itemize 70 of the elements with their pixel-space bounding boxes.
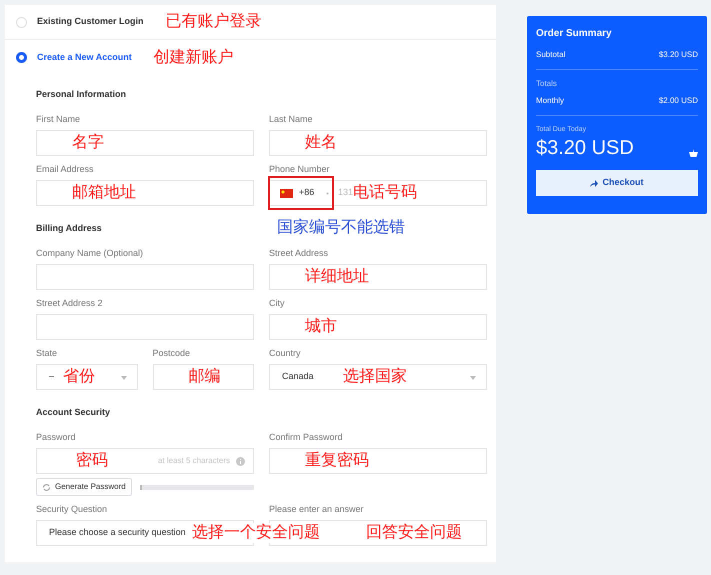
flag-icon bbox=[280, 188, 293, 198]
section-title: Billing Address bbox=[36, 222, 102, 234]
input-field[interactable] bbox=[269, 264, 487, 290]
info-icon bbox=[236, 456, 245, 466]
field-label: Security Question bbox=[36, 504, 108, 515]
field-label: Phone Number bbox=[269, 164, 331, 175]
annotation-text: 邮箱地址 bbox=[72, 183, 136, 203]
field-label: Email Address bbox=[36, 164, 95, 175]
summary-title: Order Summary bbox=[536, 27, 613, 41]
annotation-text: 电话号码 bbox=[353, 183, 417, 203]
select-value: Please choose a security question bbox=[48, 526, 186, 540]
field-label: Please enter an answer bbox=[269, 504, 365, 515]
field-label: Last Name bbox=[269, 114, 314, 125]
refresh-icon bbox=[42, 482, 51, 492]
annotation-text: 选择国家 bbox=[343, 367, 407, 387]
summary-value: $3.20 USD bbox=[658, 49, 698, 61]
annotation-text: 选择一个安全问题 bbox=[192, 523, 320, 543]
country-code: +86 bbox=[299, 186, 314, 200]
input-field[interactable] bbox=[269, 130, 487, 156]
annotation-text: 城市 bbox=[305, 317, 337, 337]
annotation-text: 重复密码 bbox=[305, 451, 369, 471]
phone-placeholder: 131 bbox=[338, 186, 354, 200]
caret-icon bbox=[470, 376, 476, 380]
field-label: Street Address 2 bbox=[36, 298, 104, 309]
caret-icon bbox=[326, 192, 330, 194]
select-value: Canada bbox=[281, 370, 314, 384]
password-placeholder: at least 5 characters bbox=[158, 455, 230, 467]
annotation-text: 已有账户登录 bbox=[166, 12, 262, 32]
input-field[interactable] bbox=[269, 314, 487, 340]
select-value: – bbox=[48, 370, 54, 384]
summary-value: $2.00 USD bbox=[658, 95, 698, 107]
total-due-amount: $3.20 USD bbox=[536, 136, 634, 161]
totals-label: Totals bbox=[536, 78, 558, 90]
input-field[interactable] bbox=[36, 180, 254, 206]
field-label: Postcode bbox=[152, 348, 192, 359]
caret-icon bbox=[120, 376, 126, 380]
input-field[interactable] bbox=[269, 448, 487, 474]
arrow-icon bbox=[590, 180, 598, 186]
input-field[interactable] bbox=[152, 364, 254, 390]
section-title: Personal Information bbox=[36, 88, 126, 100]
field-label: Company Name (Optional) bbox=[36, 248, 144, 259]
annotation-text: 邮编 bbox=[188, 367, 220, 387]
summary-label: Subtotal bbox=[536, 49, 566, 61]
section-title: Account Security bbox=[36, 406, 110, 418]
basket-icon bbox=[689, 149, 698, 157]
country-code-select[interactable]: +86 bbox=[268, 176, 334, 210]
generate-password-button[interactable]: Generate Password bbox=[36, 478, 132, 496]
radio-button[interactable] bbox=[16, 52, 27, 63]
annotation-text: 国家编号不能选错 bbox=[277, 218, 405, 238]
annotation-text: 密码 bbox=[76, 451, 108, 471]
input-field[interactable] bbox=[36, 314, 254, 340]
field-label: State bbox=[36, 348, 58, 359]
summary-label: Monthly bbox=[536, 95, 564, 107]
field-label: Confirm Password bbox=[269, 432, 344, 443]
field-label: First Name bbox=[36, 114, 82, 125]
account-option-label[interactable]: Existing Customer Login bbox=[37, 15, 144, 29]
checkout-button[interactable]: Checkout bbox=[536, 170, 698, 196]
field-label: City bbox=[269, 298, 286, 309]
annotation-text: 省份 bbox=[63, 367, 95, 387]
input-field[interactable] bbox=[36, 130, 254, 156]
field-label: Country bbox=[269, 348, 302, 359]
field-label: Password bbox=[36, 432, 77, 443]
field-label: Street Address bbox=[269, 248, 330, 259]
account-option-label[interactable]: Create a New Account bbox=[37, 50, 132, 64]
annotation-text: 创建新账户 bbox=[154, 48, 234, 68]
annotation-text: 回答安全问题 bbox=[366, 523, 462, 543]
annotation-text: 姓名 bbox=[305, 133, 337, 153]
input-field[interactable] bbox=[36, 264, 254, 290]
annotation-text: 名字 bbox=[72, 133, 104, 153]
annotation-text: 详细地址 bbox=[305, 267, 369, 287]
